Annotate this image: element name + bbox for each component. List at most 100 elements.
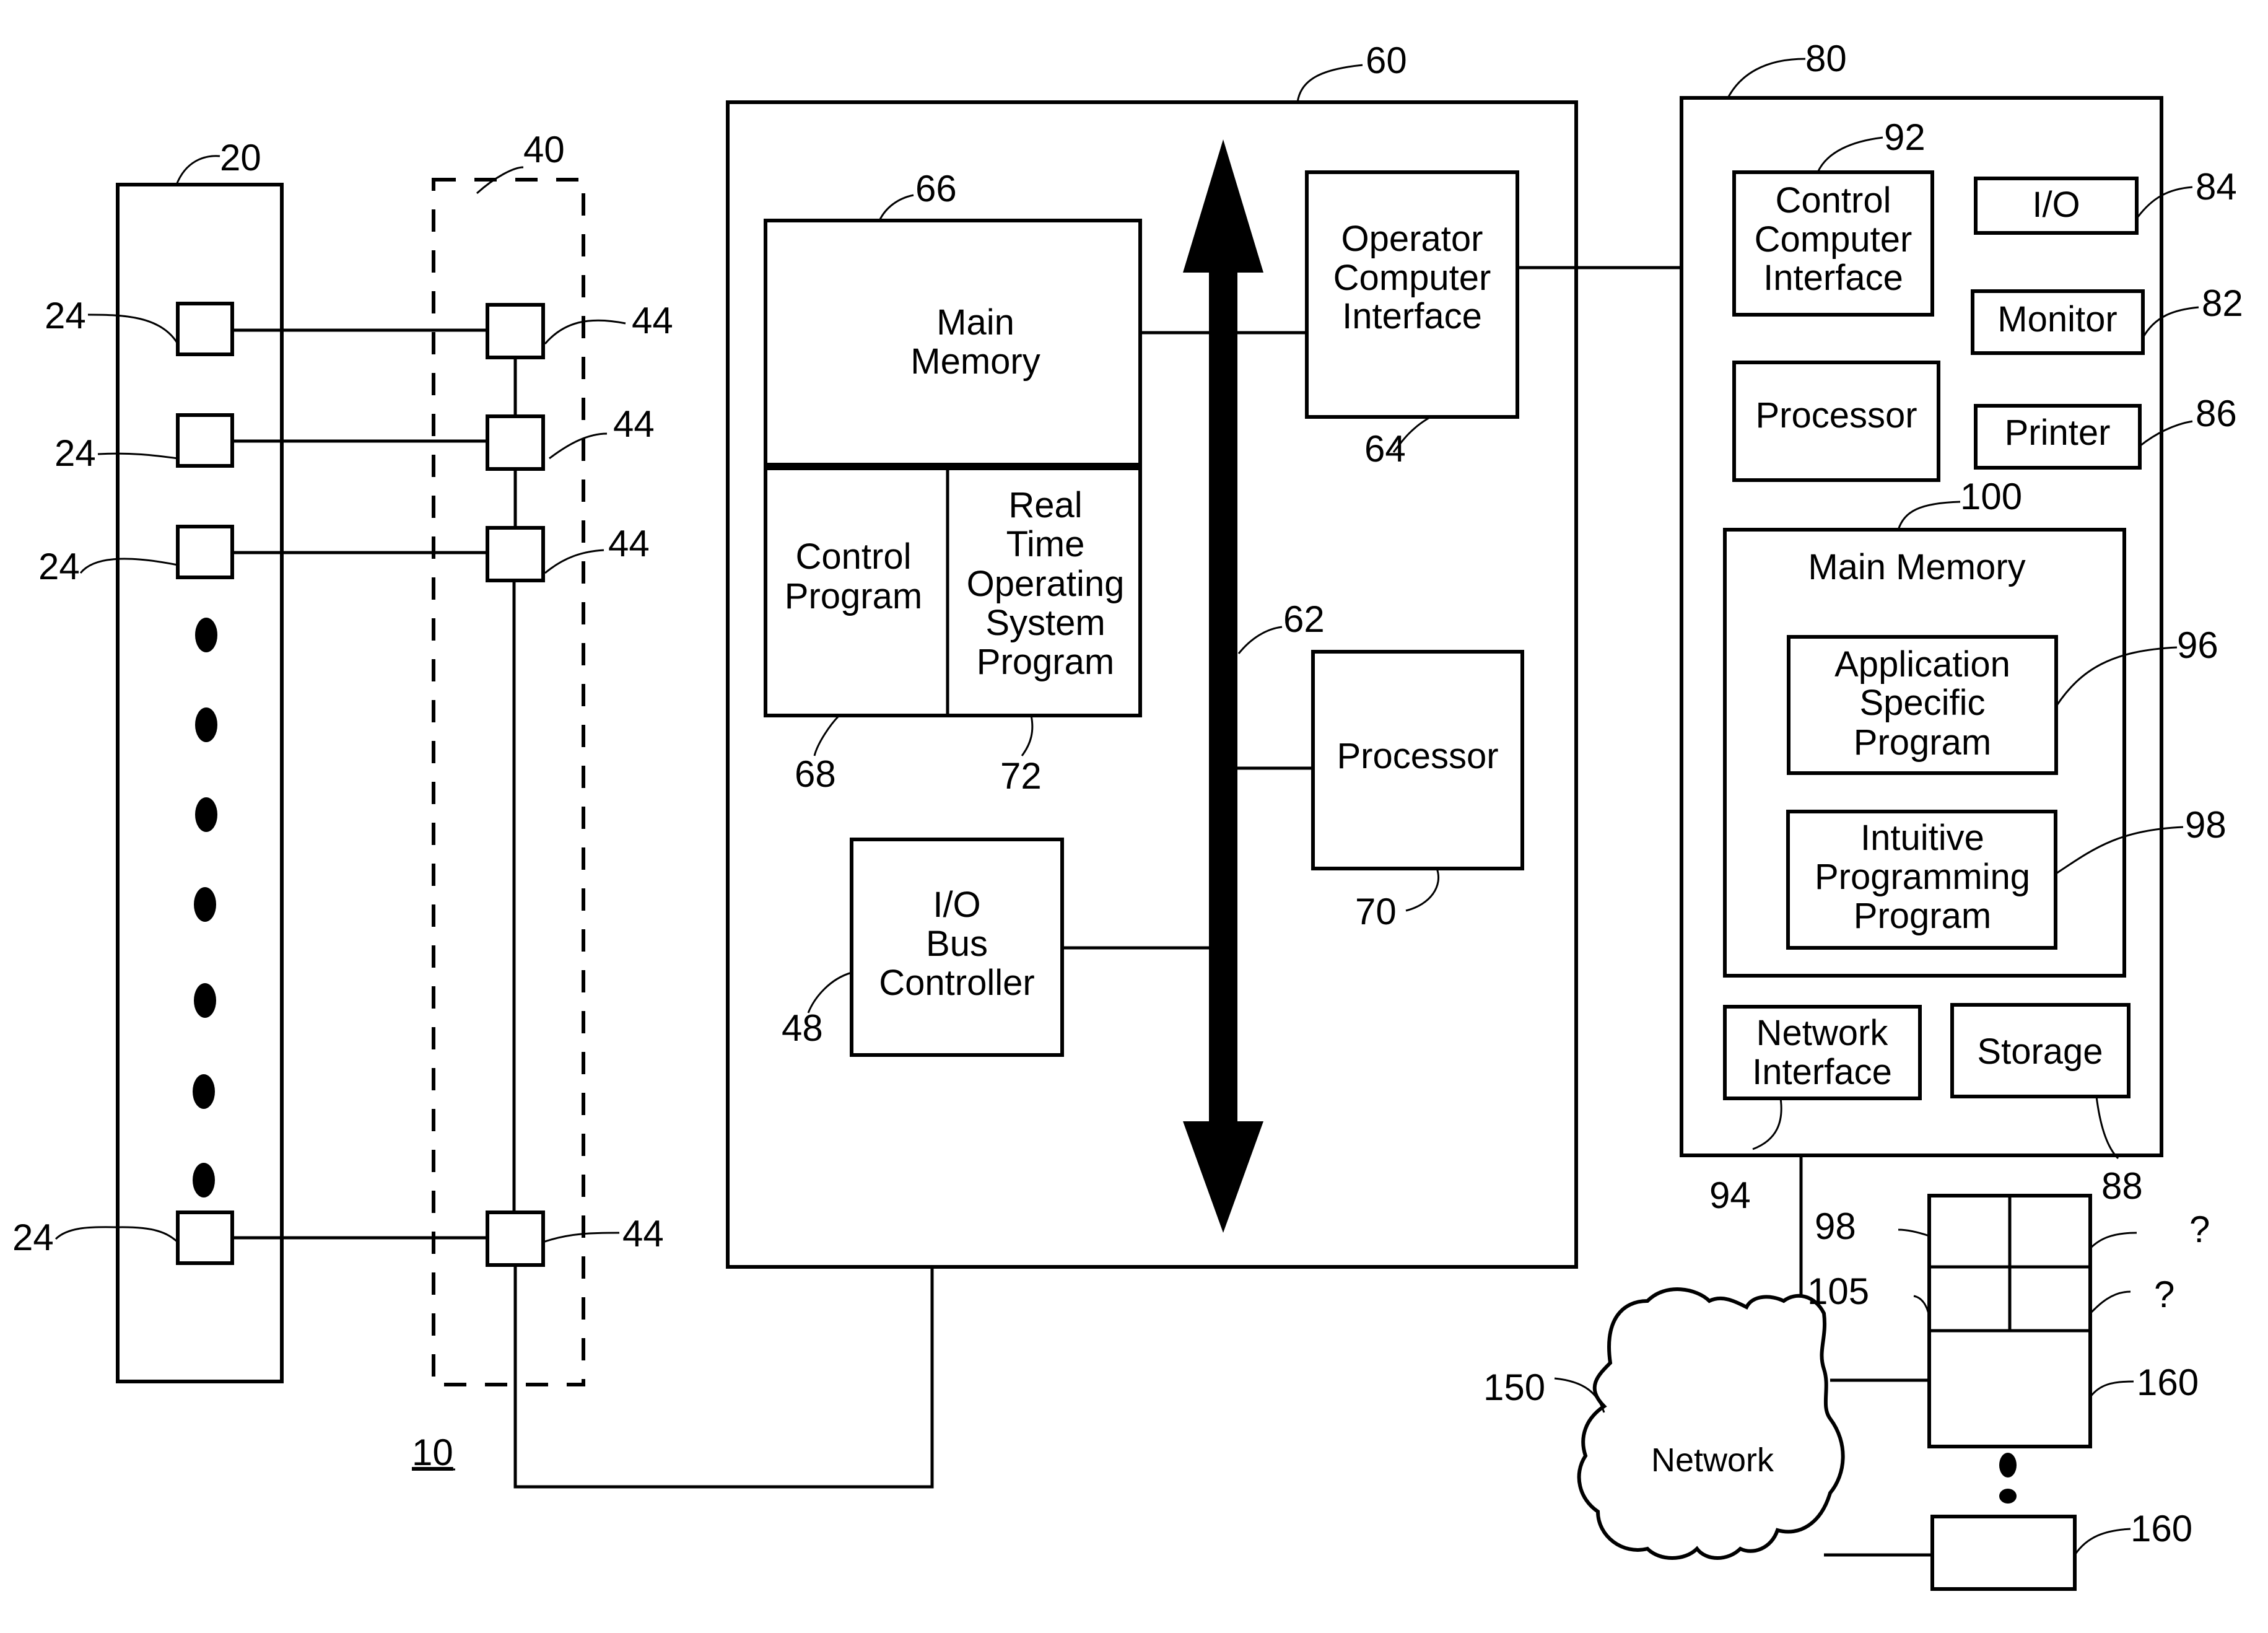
- operator-computer-panel-80: 80 Control Computer Interface 92 I/O 84 …: [1680, 38, 2243, 1216]
- ref-44a: 44: [632, 300, 673, 341]
- ref-100: 100: [1960, 476, 2022, 517]
- main-memory-label-1: Main: [936, 302, 1014, 343]
- bus-node-3: [486, 526, 545, 582]
- control-computer-panel-60: 60 Main Memory 66 Control Program Real T…: [726, 40, 1578, 1269]
- block-diagram: 20 24 24 24 24 40 44 44 44 44 10 60 Main…: [12, 38, 2243, 1591]
- network-section: Network 150 98 105 ? ? 160 160: [1483, 1155, 2210, 1591]
- leader-q1: [2089, 1232, 2137, 1250]
- operator-interface-label-2: Computer: [1333, 258, 1491, 298]
- monitor-label: Monitor: [1997, 299, 2117, 339]
- ref-96: 96: [2177, 624, 2218, 666]
- ref-64: 64: [1364, 428, 1406, 470]
- device-panel-20: 20 24 24 24 24: [12, 137, 284, 1383]
- operator-interface-label-1: Operator: [1341, 219, 1483, 259]
- leader-q2: [2089, 1290, 2131, 1315]
- system-bus-shaft: [1209, 266, 1237, 1127]
- remote-station-2-box: [1930, 1515, 2077, 1591]
- bus-node-4: [486, 1211, 545, 1267]
- rtos-label-1: Real: [1008, 485, 1082, 525]
- continuation-dot: [1999, 1453, 2017, 1478]
- ref-72: 72: [1000, 755, 1042, 797]
- control-interface-label-2: Computer: [1755, 219, 1913, 260]
- ref-24c: 24: [38, 546, 80, 587]
- continuation-dot: [193, 1074, 215, 1109]
- leader-98b: [1898, 1228, 1930, 1237]
- ref-92: 92: [1884, 116, 1926, 158]
- ref-60: 60: [1366, 40, 1407, 81]
- ref-82: 82: [2202, 282, 2243, 324]
- intuitive-program-label-3: Program: [1854, 896, 1991, 936]
- io-bus-controller-label-2: Bus: [926, 924, 988, 964]
- ref-24b: 24: [55, 432, 96, 474]
- ref-q1: ?: [2189, 1209, 2210, 1250]
- control-program-label-1: Control: [796, 536, 912, 577]
- ref-48: 48: [782, 1007, 823, 1049]
- ref-40: 40: [523, 129, 565, 170]
- ref-98: 98: [2185, 804, 2227, 846]
- rtos-label-3: Operating: [967, 564, 1125, 604]
- control-program-label-2: Program: [785, 576, 922, 616]
- operator-processor-label: Processor: [1755, 395, 1917, 436]
- bus-node-2: [486, 414, 545, 471]
- ref-98b: 98: [1815, 1206, 1856, 1247]
- figure-number: 10: [412, 1432, 453, 1473]
- ref-44c: 44: [608, 523, 650, 564]
- ref-84: 84: [2196, 166, 2237, 208]
- device-panel-box: [116, 183, 284, 1383]
- network-interface-label-1: Network: [1756, 1013, 1889, 1053]
- app-program-label-3: Program: [1854, 722, 1991, 763]
- network-cloud-icon: [1577, 1287, 1845, 1560]
- network-interface-label-2: Interface: [1752, 1052, 1892, 1092]
- continuation-dot: [1999, 1489, 2017, 1504]
- continuation-dot: [193, 1163, 215, 1197]
- ref-70: 70: [1355, 891, 1397, 932]
- ref-44b: 44: [613, 403, 655, 445]
- control-interface-label-1: Control: [1776, 180, 1891, 221]
- control-interface-label-3: Interface: [1763, 258, 1903, 298]
- intuitive-program-label-1: Intuitive: [1860, 818, 1984, 858]
- leader-160b: [2074, 1528, 2131, 1556]
- leader-20: [175, 155, 220, 185]
- device-node-4: [176, 1211, 234, 1265]
- ref-20: 20: [220, 137, 261, 178]
- device-node-2: [176, 413, 234, 468]
- ref-160b: 160: [2131, 1508, 2192, 1549]
- rtos-label-2: Time: [1006, 524, 1085, 564]
- leader-105: [1913, 1295, 1930, 1317]
- ref-80: 80: [1805, 38, 1847, 79]
- ref-24d: 24: [12, 1217, 54, 1258]
- continuation-dot: [194, 887, 216, 922]
- ref-105: 105: [1807, 1271, 1869, 1312]
- operator-main-memory-label: Main Memory: [1808, 547, 2025, 587]
- rtos-label-4: System: [985, 603, 1105, 643]
- main-memory-label-2: Memory: [910, 341, 1040, 382]
- leader-80: [1727, 58, 1806, 99]
- io-bus-controller-label-1: I/O: [933, 885, 980, 925]
- continuation-dot: [194, 983, 216, 1018]
- ref-68: 68: [795, 753, 836, 795]
- network-label: Network: [1651, 1442, 1774, 1479]
- device-node-3: [176, 525, 234, 579]
- intuitive-program-label-2: Programming: [1815, 857, 2030, 897]
- ref-24a: 24: [45, 295, 86, 336]
- bus-node-1: [486, 303, 545, 359]
- ref-62: 62: [1283, 598, 1325, 640]
- ref-160a: 160: [2137, 1362, 2199, 1403]
- device-node-1: [176, 302, 234, 356]
- io-bus-controller-label-3: Controller: [879, 963, 1034, 1003]
- leader-160a: [2089, 1380, 2134, 1398]
- continuation-dot: [195, 618, 217, 652]
- app-program-label-1: Application: [1834, 644, 2010, 685]
- leader-60: [1296, 64, 1363, 103]
- ref-150: 150: [1483, 1367, 1545, 1408]
- io-label: I/O: [2032, 185, 2080, 225]
- continuation-dot: [195, 797, 217, 832]
- continuation-dot: [195, 707, 217, 742]
- ref-66: 66: [915, 168, 957, 209]
- ref-86: 86: [2196, 393, 2237, 434]
- leader-44b: [549, 432, 608, 460]
- rtos-label-5: Program: [977, 642, 1114, 682]
- leader-44c: [544, 549, 604, 574]
- controller-processor-label: Processor: [1337, 736, 1498, 776]
- operator-interface-label-3: Interface: [1342, 296, 1482, 336]
